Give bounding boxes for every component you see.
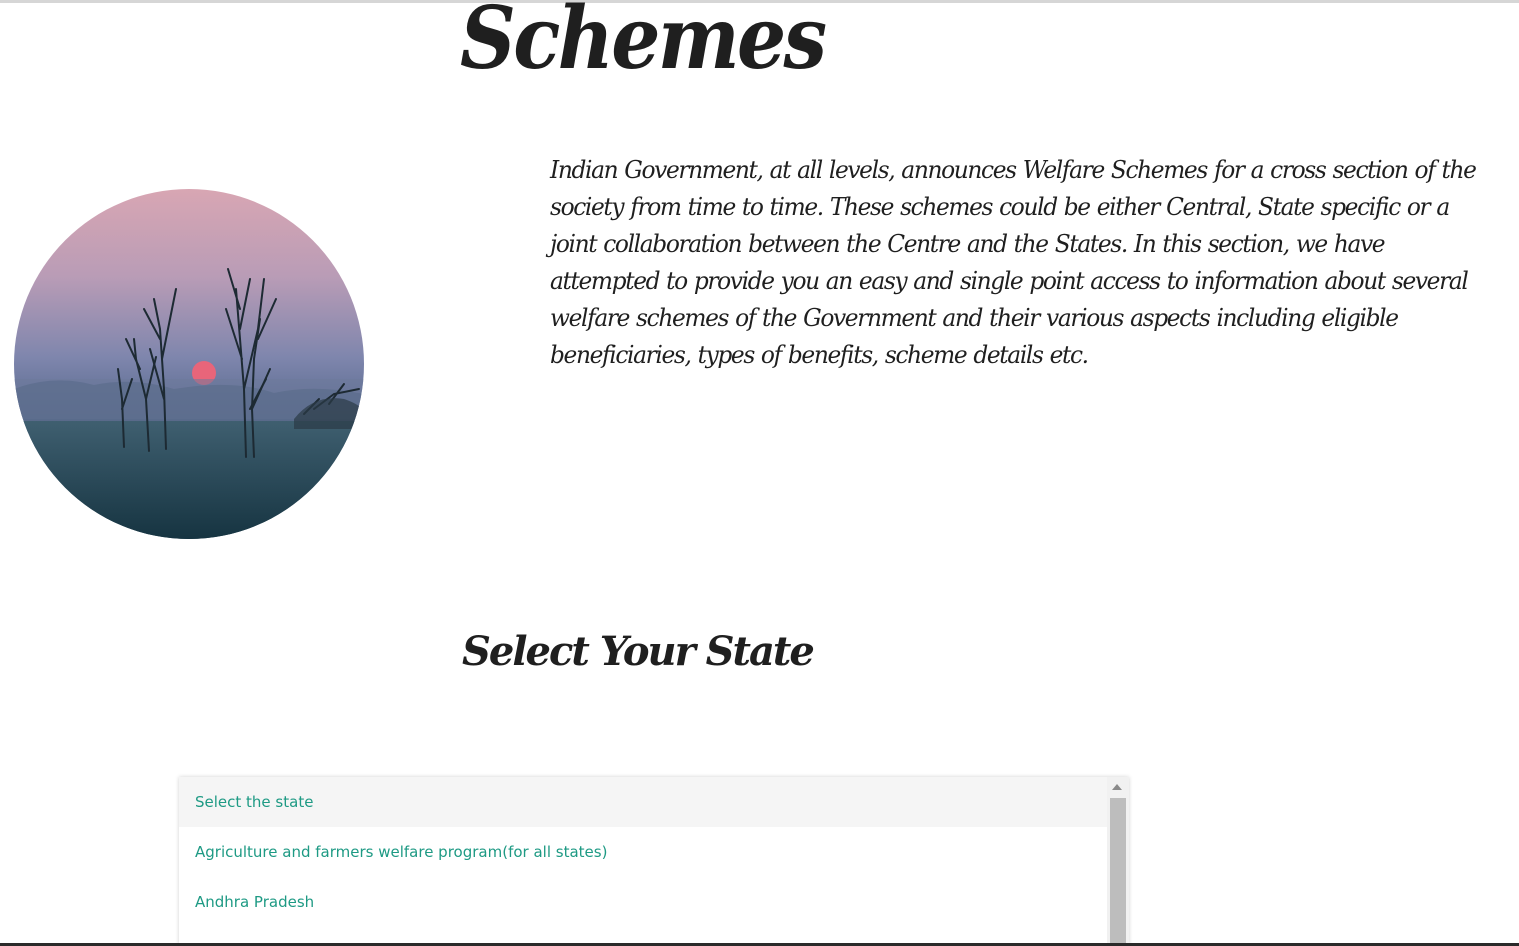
intro-paragraph: Indian Government, at all levels, announ… — [550, 156, 1477, 369]
select-state-heading: Select Your State — [462, 628, 815, 675]
sunrise-landscape-illustration — [14, 189, 364, 539]
page-title: Schemes — [460, 0, 827, 89]
hero-image — [14, 189, 364, 539]
state-option-placeholder[interactable]: Select the state — [179, 777, 1107, 827]
state-option-agriculture-program[interactable]: Agriculture and farmers welfare program(… — [179, 827, 1107, 877]
listbox-scrollbar[interactable] — [1107, 777, 1129, 946]
scroll-up-arrow-icon[interactable] — [1112, 784, 1122, 790]
state-select-listbox[interactable]: Select the state Agriculture and farmers… — [179, 777, 1129, 946]
scroll-thumb[interactable] — [1110, 798, 1126, 946]
state-option-andhra-pradesh[interactable]: Andhra Pradesh — [179, 877, 1107, 927]
